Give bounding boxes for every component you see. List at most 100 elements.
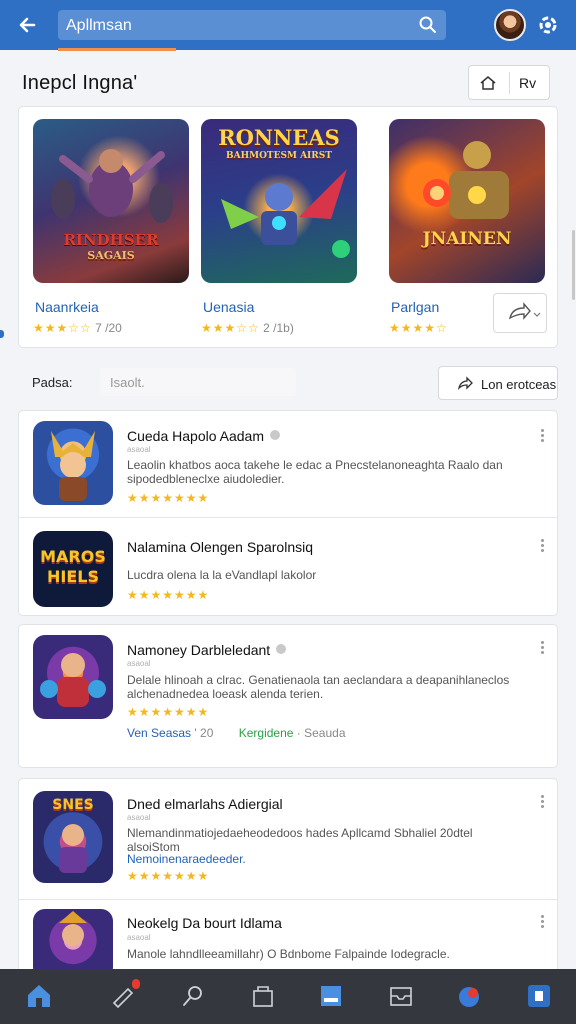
category-extra: · Seauda [296, 726, 346, 740]
app-title-text: Namoney Darbleledant [127, 642, 271, 658]
featured-name[interactable]: Parlgan [391, 299, 439, 315]
list-item[interactable]: Namoney Darbleledant asaoal Delale hlino… [19, 625, 557, 767]
featured-art-caption: RINDHSER [63, 231, 159, 249]
app-list-card: Cueda Hapolo Aadam asaoal Leaolin khatbo… [18, 410, 558, 616]
share-icon [508, 302, 541, 320]
bottom-nav [0, 969, 576, 1024]
app-title[interactable]: Cueda Hapolo Aadam [127, 428, 280, 444]
app-title-text: Cueda Hapolo Aadam [127, 428, 264, 444]
featured-rating: ★★★★☆ [389, 321, 448, 335]
more-options-icon[interactable] [539, 641, 545, 655]
news-icon[interactable] [316, 981, 346, 1011]
gear-icon[interactable] [535, 12, 561, 38]
list-item[interactable]: SNES Dned elmarlahs Adiergial asaoal Nle… [19, 779, 557, 897]
recent-label: Lon erotceas [481, 377, 557, 392]
rating-stars: ★★★★★★★ [127, 869, 210, 883]
rating-count: 2 /1b) [263, 321, 294, 335]
more-options-icon[interactable] [539, 795, 545, 809]
more-options-icon[interactable] [539, 915, 545, 929]
verified-icon [270, 430, 280, 440]
featured-art-title: JNAINEN [422, 229, 512, 249]
search-icon[interactable] [178, 981, 208, 1011]
notification-badge [132, 979, 140, 989]
rating-stars: ★★★☆☆ [201, 321, 260, 335]
apps-icon[interactable] [524, 981, 554, 1011]
app-description: Delale hlinoah a clrac. Genatienaola tan… [127, 673, 510, 701]
app-title[interactable]: Neokelg Da bourt Idlama [127, 915, 282, 931]
list-item[interactable]: Neokelg Da bourt Idlama asaoal Manole la… [19, 901, 557, 979]
divider [509, 72, 510, 94]
header-action-label[interactable]: Rv [519, 75, 536, 91]
app-list-card: SNES Dned elmarlahs Adiergial asaoal Nle… [18, 778, 558, 979]
featured-rating: ★★★☆☆ 7 /20 [33, 321, 122, 335]
featured-card[interactable]: RINDHSER SAGAIS Naanrkeia ★★★☆☆ 7 /20 [33, 119, 189, 335]
app-subtitle: asaoal [127, 933, 151, 942]
featured-rating: ★★★☆☆ 2 /1b) [201, 321, 294, 335]
filter-label: Padsa: [32, 375, 73, 390]
featured-carousel: RINDHSER SAGAIS Naanrkeia ★★★☆☆ 7 /20 RO… [18, 106, 558, 348]
featured-card[interactable]: RONNEAS BAHMOTESM AIRST Uenasia ★★★☆☆ 2 … [201, 119, 357, 335]
header-actions[interactable]: Rv [468, 65, 550, 100]
warrior-icon [51, 431, 95, 501]
search-input[interactable]: Apllmsan [66, 17, 132, 35]
robot-warrior-icon [221, 169, 350, 258]
featured-art: RINDHSER SAGAIS [33, 119, 189, 283]
profile-icon[interactable] [454, 981, 484, 1011]
tag-row: Ven Seasas ' 20 Kergidene · Seauda [127, 726, 346, 740]
avatar[interactable] [494, 9, 526, 41]
tag-count: ' 20 [194, 726, 214, 740]
search-icon[interactable] [418, 15, 438, 35]
fighter-icon [40, 653, 106, 707]
edit-icon[interactable] [108, 979, 140, 1011]
rating-stars: ★★★★★★★ [127, 705, 210, 719]
store-icon[interactable] [248, 981, 278, 1011]
home-icon[interactable] [479, 74, 497, 92]
featured-card[interactable]: JNAINEN Parlgan ★★★★☆ [389, 119, 545, 335]
app-description: Lucdra olena la la eVandlapl lakolor [127, 568, 317, 582]
app-description: Nlemandinmatiojedaeheodedoos hades Apllc… [127, 826, 473, 854]
rating-stars: ★★★★★★★ [127, 491, 210, 505]
featured-name[interactable]: Naanrkeia [35, 299, 99, 315]
more-options-icon[interactable] [539, 429, 545, 443]
filter-bar: Padsa: Isaolt. Lon erotceas [18, 360, 558, 404]
list-item[interactable]: MAROS HIELS Nalamina Olengen Sparolnsiq … [19, 519, 557, 615]
share-icon [457, 376, 473, 390]
app-subtitle: asaoal [127, 445, 151, 454]
scrollbar[interactable] [572, 230, 575, 300]
search-underline [58, 48, 176, 51]
recent-button[interactable]: Lon erotceas [438, 366, 558, 400]
home-icon[interactable] [24, 981, 54, 1011]
app-title[interactable]: Namoney Darbleledant [127, 642, 287, 658]
featured-art: JNAINEN [389, 119, 545, 283]
app-title[interactable]: Dned elmarlahs Adiergial [127, 796, 283, 812]
rating-stars: ★★★☆☆ [33, 321, 92, 335]
app-title[interactable]: Nalamina Olengen Sparolnsiq [127, 539, 313, 555]
tag-link[interactable]: Ven Seasas [127, 726, 191, 740]
inbox-icon[interactable] [386, 981, 416, 1011]
top-app-bar: Apllmsan [0, 0, 576, 51]
more-options-icon[interactable] [539, 539, 545, 553]
app-icon: SNES [33, 791, 113, 883]
divider [19, 517, 557, 518]
filter-input[interactable]: Isaolt. [100, 368, 296, 396]
app-subtitle: asaoal [127, 813, 151, 822]
verified-icon [276, 644, 287, 654]
app-subtitle: asaoal [127, 659, 151, 668]
app-list-card: Namoney Darbleledant asaoal Delale hlino… [18, 624, 558, 768]
rating-count: 7 /20 [95, 321, 122, 335]
featured-name[interactable]: Uenasia [203, 299, 254, 315]
app-icon: MAROS HIELS [33, 531, 113, 607]
featured-art-caption-2: SAGAIS [87, 249, 135, 262]
app-description-link[interactable]: Nemoinenaraedeeder. [127, 852, 517, 866]
app-icon [33, 421, 113, 505]
category-link[interactable]: Kergidene [239, 726, 294, 740]
rating-stars: ★★★★★★★ [127, 588, 210, 602]
hero-icon [59, 824, 87, 873]
search-bar[interactable]: Apllmsan [58, 10, 446, 40]
back-arrow-icon[interactable] [14, 10, 44, 40]
armored-hero-icon [423, 141, 509, 219]
list-item[interactable]: Cueda Hapolo Aadam asaoal Leaolin khatbo… [19, 411, 557, 515]
rating-stars: ★★★★☆ [389, 321, 448, 335]
share-button[interactable] [493, 293, 547, 333]
app-icon-text: MAROS HIELS [40, 547, 106, 586]
